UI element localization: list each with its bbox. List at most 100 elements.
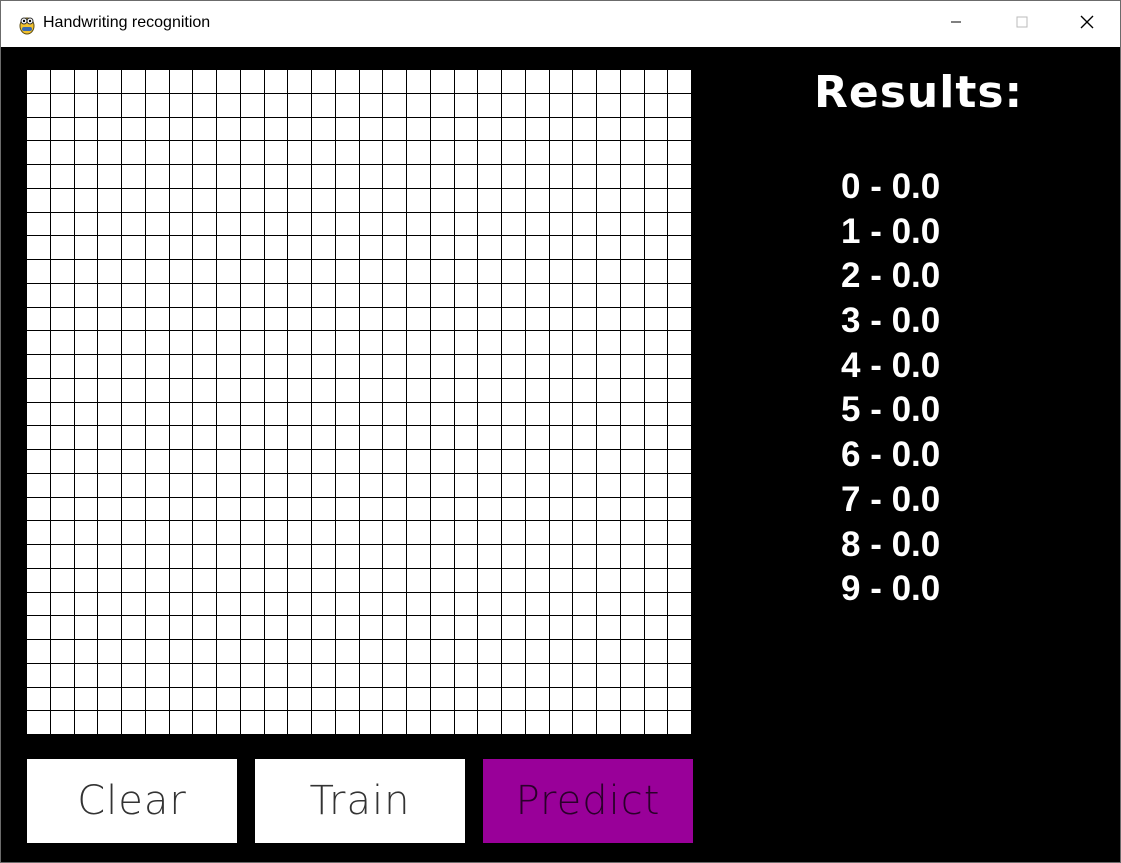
grid-cell[interactable] xyxy=(240,236,265,260)
grid-cell[interactable] xyxy=(668,402,692,427)
grid-cell[interactable] xyxy=(74,450,99,474)
grid-cell[interactable] xyxy=(620,355,645,379)
grid-cell[interactable] xyxy=(597,545,621,569)
grid-cell[interactable] xyxy=(383,212,407,237)
grid-cell[interactable] xyxy=(264,497,289,522)
grid-cell[interactable] xyxy=(525,378,550,403)
grid-cell[interactable] xyxy=(145,497,170,522)
grid-cell[interactable] xyxy=(502,188,526,213)
grid-cell[interactable] xyxy=(312,521,336,545)
grid-cell[interactable] xyxy=(264,165,289,189)
grid-cell[interactable] xyxy=(312,93,336,118)
grid-cell[interactable] xyxy=(549,640,574,664)
grid-cell[interactable] xyxy=(312,378,336,403)
grid-cell[interactable] xyxy=(193,378,217,403)
grid-cell[interactable] xyxy=(74,473,99,498)
grid-cell[interactable] xyxy=(288,307,312,332)
grid-cell[interactable] xyxy=(27,212,51,237)
grid-cell[interactable] xyxy=(264,70,289,94)
grid-cell[interactable] xyxy=(169,141,194,165)
grid-cell[interactable] xyxy=(169,450,194,474)
grid-cell[interactable] xyxy=(335,141,360,165)
grid-cell[interactable] xyxy=(407,117,431,142)
grid-cell[interactable] xyxy=(407,450,431,474)
grid-cell[interactable] xyxy=(312,165,336,189)
grid-cell[interactable] xyxy=(549,450,574,474)
grid-cell[interactable] xyxy=(573,663,597,688)
grid-cell[interactable] xyxy=(193,70,217,94)
grid-cell[interactable] xyxy=(264,307,289,332)
grid-cell[interactable] xyxy=(549,616,574,640)
grid-cell[interactable] xyxy=(597,497,621,522)
grid-cell[interactable] xyxy=(240,592,265,617)
grid-cell[interactable] xyxy=(620,165,645,189)
grid-cell[interactable] xyxy=(74,592,99,617)
grid-cell[interactable] xyxy=(525,212,550,237)
grid-cell[interactable] xyxy=(312,212,336,237)
grid-cell[interactable] xyxy=(478,236,502,260)
grid-cell[interactable] xyxy=(193,165,217,189)
grid-cell[interactable] xyxy=(597,188,621,213)
grid-cell[interactable] xyxy=(217,283,241,308)
grid-cell[interactable] xyxy=(264,616,289,640)
grid-cell[interactable] xyxy=(264,117,289,142)
grid-cell[interactable] xyxy=(193,521,217,545)
grid-cell[interactable] xyxy=(668,188,692,213)
grid-cell[interactable] xyxy=(407,355,431,379)
grid-cell[interactable] xyxy=(478,331,502,355)
grid-cell[interactable] xyxy=(240,497,265,522)
grid-cell[interactable] xyxy=(27,687,51,712)
grid-cell[interactable] xyxy=(573,70,597,94)
grid-cell[interactable] xyxy=(122,592,146,617)
grid-cell[interactable] xyxy=(549,497,574,522)
grid-cell[interactable] xyxy=(454,70,479,94)
grid-cell[interactable] xyxy=(217,331,241,355)
grid-cell[interactable] xyxy=(525,663,550,688)
grid-cell[interactable] xyxy=(454,711,479,735)
grid-cell[interactable] xyxy=(98,93,122,118)
grid-cell[interactable] xyxy=(98,236,122,260)
grid-cell[interactable] xyxy=(549,236,574,260)
grid-cell[interactable] xyxy=(193,640,217,664)
grid-cell[interactable] xyxy=(597,93,621,118)
grid-cell[interactable] xyxy=(597,212,621,237)
grid-cell[interactable] xyxy=(74,521,99,545)
grid-cell[interactable] xyxy=(644,331,669,355)
grid-cell[interactable] xyxy=(407,687,431,712)
grid-cell[interactable] xyxy=(74,616,99,640)
grid-cell[interactable] xyxy=(122,568,146,593)
grid-cell[interactable] xyxy=(549,378,574,403)
grid-cell[interactable] xyxy=(240,93,265,118)
grid-cell[interactable] xyxy=(597,521,621,545)
grid-cell[interactable] xyxy=(549,141,574,165)
grid-cell[interactable] xyxy=(644,568,669,593)
grid-cell[interactable] xyxy=(193,355,217,379)
grid-cell[interactable] xyxy=(597,640,621,664)
grid-cell[interactable] xyxy=(169,212,194,237)
grid-cell[interactable] xyxy=(122,212,146,237)
grid-cell[interactable] xyxy=(407,616,431,640)
grid-cell[interactable] xyxy=(502,236,526,260)
grid-cell[interactable] xyxy=(478,117,502,142)
grid-cell[interactable] xyxy=(74,141,99,165)
grid-cell[interactable] xyxy=(145,711,170,735)
grid-cell[interactable] xyxy=(620,687,645,712)
grid-cell[interactable] xyxy=(359,236,384,260)
grid-cell[interactable] xyxy=(288,236,312,260)
grid-cell[interactable] xyxy=(98,117,122,142)
drawing-grid[interactable] xyxy=(26,69,692,735)
grid-cell[interactable] xyxy=(240,212,265,237)
grid-cell[interactable] xyxy=(98,497,122,522)
grid-cell[interactable] xyxy=(240,165,265,189)
grid-cell[interactable] xyxy=(240,283,265,308)
grid-cell[interactable] xyxy=(74,93,99,118)
grid-cell[interactable] xyxy=(288,165,312,189)
grid-cell[interactable] xyxy=(383,117,407,142)
grid-cell[interactable] xyxy=(335,165,360,189)
grid-cell[interactable] xyxy=(122,331,146,355)
grid-cell[interactable] xyxy=(264,378,289,403)
grid-cell[interactable] xyxy=(620,260,645,284)
grid-cell[interactable] xyxy=(335,450,360,474)
grid-cell[interactable] xyxy=(383,283,407,308)
grid-cell[interactable] xyxy=(50,402,75,427)
